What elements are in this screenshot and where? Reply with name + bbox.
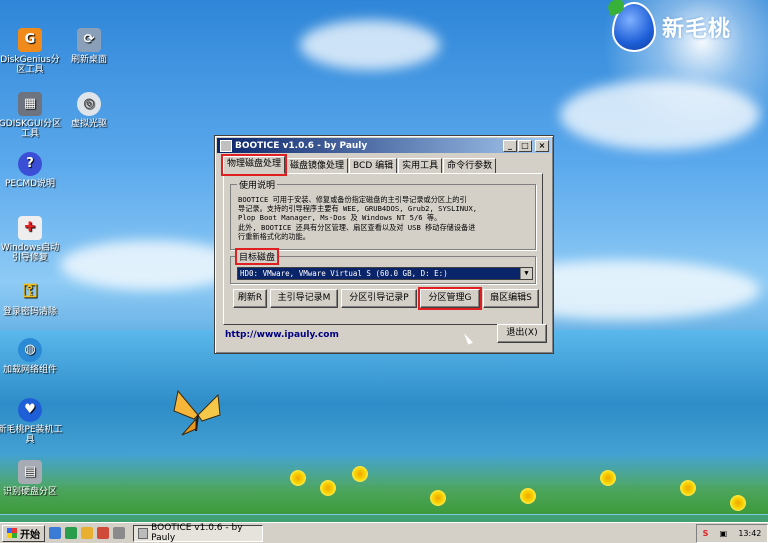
usage-description: BOOTICE 可用于安装、修复或备份指定磁盘的主引导记录或分区上的引 导记录。… (238, 195, 478, 241)
flower-decoration (320, 480, 336, 496)
taskbar-item-bootice[interactable]: BOOTICE v1.0.6 - by Pauly (133, 523, 263, 543)
globe-icon: ◍ (18, 338, 42, 362)
desktop-icon-pecmd[interactable]: ? PECMD说明 (0, 152, 63, 189)
flower-decoration (352, 466, 368, 482)
desktop-icon-boot-repair[interactable]: ✚ Windows启动引导修复 (0, 216, 63, 263)
partition-tool-icon: ▦ (18, 92, 42, 116)
window-title: BOOTICE v1.0.6 - by Pauly (235, 140, 368, 151)
brand-logo: 新毛桃 (612, 2, 731, 52)
target-disk-label: 目标磁盘 (234, 248, 280, 265)
target-disk-select[interactable]: HD0: VMware, VMware Virtual S (60.0 GB, … (237, 267, 533, 280)
desktop-icon-diskgenius[interactable]: G DiskGenius分区工具 (0, 28, 63, 75)
start-button[interactable]: 开始 (2, 524, 45, 542)
flower-decoration (430, 490, 446, 506)
harddisk-icon: ▤ (18, 460, 42, 484)
website-link[interactable]: http://www.ipauly.com (225, 330, 339, 340)
windows-flag-icon (7, 528, 17, 538)
target-disk-group: 目标磁盘 HD0: VMware, VMware Virtual S (60.0… (230, 248, 536, 284)
tab-cmdline[interactable]: 命令行参数 (443, 158, 497, 174)
help-icon: ? (18, 152, 42, 176)
refresh-button[interactable]: 刷新R (233, 289, 267, 308)
desktop-icon-pe-installer[interactable]: ♥ 新毛桃PE装机工具 (0, 398, 63, 445)
butterfly-decoration (173, 389, 221, 436)
tab-disk-image[interactable]: 磁盘镜像处理 (286, 158, 349, 174)
peach-logo-icon (612, 2, 656, 52)
desktop-icon-virtual-drive[interactable]: ◎ 虚拟光驱 (56, 92, 122, 129)
partition-manage-button[interactable]: 分区管理G (418, 287, 482, 310)
maximize-button[interactable]: □ (518, 139, 532, 152)
quicklaunch-misc-icon[interactable] (113, 527, 125, 539)
tab-bar: 物理磁盘处理 磁盘镜像处理 BCD 编辑 实用工具 命令行参数 (220, 154, 497, 176)
desktop-icon-gdiskgui[interactable]: ▦ GDISKGUI分区工具 (0, 92, 63, 139)
usage-label: 使用说明 (237, 178, 278, 191)
tray-clock[interactable]: 13:42 (738, 529, 761, 538)
key-icon: ⚿ (23, 281, 37, 302)
usage-group: 使用说明 BOOTICE 可用于安装、修复或备份指定磁盘的主引导记录或分区上的引… (230, 178, 536, 250)
mbr-button[interactable]: 主引导记录M (270, 289, 338, 308)
sector-edit-button[interactable]: 扇区编辑S (483, 289, 539, 308)
desktop-icon-password-clear[interactable]: ⚿ 登录密码清除 (0, 280, 63, 318)
quicklaunch-desktop-icon[interactable] (49, 527, 61, 539)
quicklaunch-folder-icon[interactable] (81, 527, 93, 539)
close-button[interactable]: × (535, 139, 549, 152)
flower-decoration (680, 480, 696, 496)
grass-foreground (0, 454, 768, 514)
pbr-button[interactable]: 分区引导记录P (341, 289, 417, 308)
system-tray: S ▣ 13:42 (696, 524, 768, 543)
app-icon (138, 527, 149, 539)
bootice-window: BOOTICE v1.0.6 - by Pauly _ □ × 物理磁盘处理 磁… (214, 135, 554, 354)
medkit-icon: ✚ (18, 216, 42, 240)
ime-icon[interactable]: S (703, 529, 709, 538)
cloud (300, 20, 440, 70)
flower-decoration (600, 470, 616, 486)
quicklaunch-app-icon[interactable] (65, 527, 77, 539)
tab-utilities[interactable]: 实用工具 (398, 158, 443, 174)
cd-icon: ◎ (77, 92, 101, 116)
flower-decoration (290, 470, 306, 486)
refresh-desktop-icon: ⟳ (77, 28, 101, 52)
flower-decoration (520, 488, 536, 504)
exit-button[interactable]: 退出(X) (497, 324, 547, 343)
peach-icon: ♥ (18, 398, 42, 422)
window-titlebar[interactable]: BOOTICE v1.0.6 - by Pauly _ □ × (217, 138, 551, 153)
dropdown-arrow-icon[interactable]: ▼ (520, 268, 532, 279)
tray-app-icon[interactable]: ▣ (720, 529, 728, 538)
desktop-icon-network[interactable]: ◍ 加载网络组件 (0, 338, 63, 375)
cloud (60, 240, 240, 290)
diskgenius-icon: G (18, 28, 42, 52)
tab-physical-disk[interactable]: 物理磁盘处理 (220, 154, 288, 176)
minimize-button[interactable]: _ (503, 139, 517, 152)
cloud (560, 80, 760, 150)
flower-decoration (730, 495, 746, 511)
app-icon (220, 139, 232, 152)
taskbar: 开始 BOOTICE v1.0.6 - by Pauly S ▣ 13:42 (0, 522, 768, 543)
desktop-icon-disk-partition[interactable]: ▤ 识别硬盘分区 (0, 460, 63, 497)
desktop-icon-refresh[interactable]: ⟳ 刷新桌面 (56, 28, 122, 65)
tab-bcd-edit[interactable]: BCD 编辑 (349, 158, 398, 174)
tab-panel: 使用说明 BOOTICE 可用于安装、修复或备份指定磁盘的主引导记录或分区上的引… (223, 173, 543, 325)
quicklaunch-tool-icon[interactable] (97, 527, 109, 539)
brand-name: 新毛桃 (662, 17, 732, 42)
